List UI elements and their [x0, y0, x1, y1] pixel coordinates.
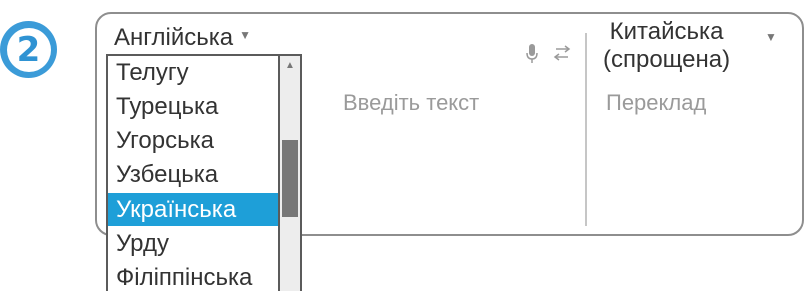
dropdown-item-selected[interactable]: Українська	[108, 193, 278, 226]
dropdown-item[interactable]: Угорська	[108, 124, 278, 157]
target-language-select[interactable]: Китайська (спрощена)	[603, 18, 730, 74]
source-text-input[interactable]: Введіть текст	[343, 90, 479, 116]
dropdown-scrollbar[interactable]: ▲	[280, 54, 302, 291]
dropdown-item[interactable]: Узбецька	[108, 158, 278, 191]
language-dropdown-list: Телугу Турецька Угорська Узбецька Україн…	[106, 54, 280, 291]
target-language-line2: (спрощена)	[603, 46, 731, 73]
step-number: 2	[6, 27, 51, 72]
dropdown-item[interactable]: Турецька	[108, 90, 278, 123]
source-language-select[interactable]: Англійська ▼	[114, 24, 251, 52]
scroll-up-arrow-icon[interactable]: ▲	[285, 60, 295, 71]
caret-down-icon[interactable]: ▼	[765, 30, 777, 44]
swap-languages-icon[interactable]	[553, 45, 571, 61]
caret-down-icon: ▼	[239, 27, 251, 42]
panel-divider	[585, 33, 587, 226]
dropdown-item[interactable]: Урду	[108, 227, 278, 260]
dropdown-item[interactable]: Телугу	[108, 56, 278, 89]
scrollbar-thumb[interactable]	[282, 140, 298, 217]
translation-output: Переклад	[606, 90, 707, 115]
step-badge: 2	[0, 21, 57, 78]
target-language-line1: Китайська	[609, 18, 724, 45]
dropdown-item[interactable]: Філіппінська	[108, 261, 278, 291]
microphone-icon[interactable]	[526, 44, 538, 64]
source-language-label: Англійська	[114, 24, 234, 51]
